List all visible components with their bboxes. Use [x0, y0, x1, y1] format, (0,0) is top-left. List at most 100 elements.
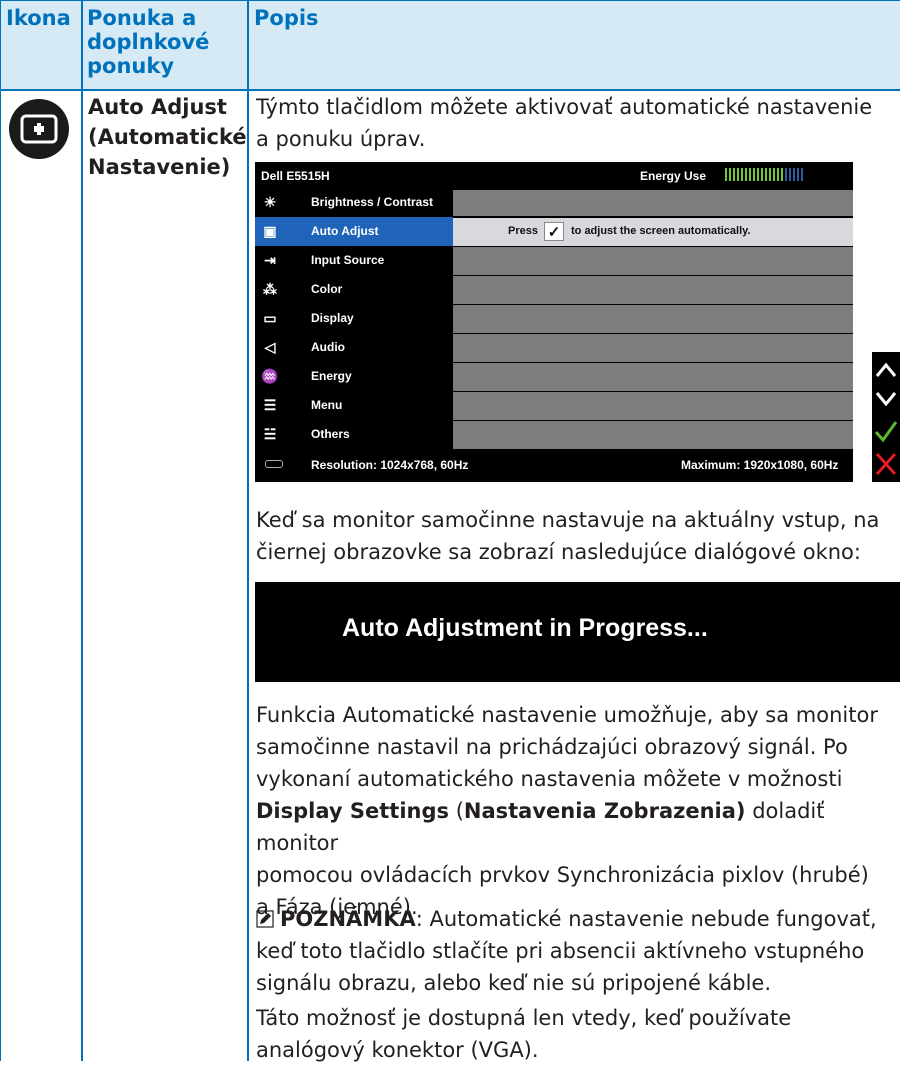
- input-source-icon: ⇥: [264, 252, 276, 268]
- header-menu-label: Ponuka a doplnkové ponuky: [87, 6, 210, 78]
- osd-menu-item-label: Menu: [311, 398, 343, 412]
- para2-line-3: vykonaní automatického nastavenia môžete…: [256, 767, 843, 791]
- pencil-icon: [256, 910, 274, 928]
- osd-menu-item-label: Display: [311, 311, 354, 325]
- osd-menu-item[interactable]: ☀ Brightness / Contrast: [255, 188, 453, 217]
- paren-open: (: [449, 799, 464, 823]
- osd-panel: Press ✓ to adjust the screen automatical…: [453, 188, 853, 449]
- osd-row-1: [453, 190, 853, 216]
- osd-row-5: [453, 305, 853, 333]
- osd-menu-item[interactable]: ⇥ Input Source: [255, 246, 453, 275]
- energy-icon: ♒: [261, 368, 279, 384]
- energy-bar: [773, 168, 775, 181]
- osd-row-9: [453, 421, 853, 449]
- osd-menu-item[interactable]: ☰ Menu: [255, 391, 453, 420]
- close-icon[interactable]: [875, 452, 897, 476]
- osd-menu-item-label: Auto Adjust: [311, 224, 379, 238]
- down-arrow-icon[interactable]: [875, 392, 897, 407]
- menu-label-line1: Auto Adjust: [88, 95, 227, 119]
- osd-menu-item[interactable]: ♒ Energy: [255, 362, 453, 391]
- energy-bar: [761, 168, 763, 181]
- energy-bar: [765, 168, 767, 181]
- note-label: POZNÁMKA: [280, 907, 416, 931]
- color-icon: ⁂: [263, 281, 277, 297]
- osd-menu-item-label: Input Source: [311, 253, 385, 267]
- energy-bar: [733, 168, 735, 181]
- note-line-1-text: : Automatické nastavenie nebude fungovať…: [415, 907, 877, 931]
- osd-menu-item-label: Color: [311, 282, 343, 296]
- energy-bar: [781, 168, 783, 181]
- intro-text: Týmto tlačidlom môžete aktivovať automat…: [256, 91, 896, 155]
- dialog-text: Auto Adjustment in Progress...: [342, 614, 708, 642]
- para-dialog-intro: Keď sa monitor samočinne nastavuje na ak…: [256, 504, 896, 568]
- osd-menu-item-label: Brightness / Contrast: [311, 195, 434, 209]
- table-divider-1: [81, 0, 83, 1061]
- intro-line-2: a ponuku úprav.: [256, 127, 426, 151]
- resolution-text: Resolution: 1024x768, 60Hz: [311, 458, 469, 472]
- energy-bar: [729, 168, 731, 181]
- energy-bar: [785, 168, 787, 181]
- osd-menu-item-label: Energy: [311, 369, 352, 383]
- osd-menu-item-label: Others: [311, 427, 350, 441]
- para2-line-2: samočinne nastavil na prichádzajúci obra…: [256, 735, 848, 759]
- energy-bar: [753, 168, 755, 181]
- vga-connector-icon: [265, 460, 283, 468]
- others-icon: ☱: [263, 426, 277, 442]
- menu-cell: Auto Adjust (Automatické Nastavenie): [88, 92, 247, 182]
- energy-bar: [793, 168, 795, 181]
- display-icon: ▭: [263, 310, 277, 326]
- table-border-left: [0, 0, 1, 1061]
- energy-bar: [757, 168, 759, 181]
- header-desc-cell: Popis: [248, 0, 900, 89]
- energy-bar: [741, 168, 743, 181]
- osd-row-8: [453, 392, 853, 420]
- para-vga: Táto možnosť je dostupná len vtedy, keď …: [256, 1002, 896, 1066]
- para3-line-1: Táto možnosť je dostupná len vtedy, keď …: [256, 1006, 792, 1030]
- brightness-icon: ☀: [263, 194, 277, 210]
- osd-row-7: [453, 363, 853, 391]
- display-settings-term-sk: Nastavenia Zobrazenia): [463, 799, 746, 823]
- osd-row-active: Press ✓ to adjust the screen automatical…: [453, 218, 853, 246]
- energy-bar: [769, 168, 771, 181]
- para2-line-4: Display Settings (Nastavenia Zobrazenia)…: [256, 795, 896, 859]
- note-line-1: POZNÁMKA: Automatické nastavenie nebude …: [256, 903, 896, 935]
- check-icon[interactable]: [874, 421, 898, 443]
- energy-bar: [725, 168, 727, 181]
- energy-bar: [797, 168, 799, 181]
- osd-bottom-bar: Resolution: 1024x768, 60Hz Maximum: 1920…: [255, 449, 853, 482]
- up-arrow-icon[interactable]: [875, 362, 897, 377]
- para1-line-1: Keď sa monitor samočinne nastavuje na ak…: [256, 508, 880, 532]
- para-description: Funkcia Automatické nastavenie umožňuje,…: [256, 699, 896, 923]
- energy-bar: [749, 168, 751, 181]
- table-divider-2: [247, 0, 249, 1061]
- header-menu-cell: Ponuka a doplnkové ponuky: [81, 0, 248, 89]
- osd-row-6: [453, 334, 853, 362]
- osd-screen: Dell E5515H Energy Use ☀ Brightness / Con…: [255, 162, 853, 482]
- osd-menu-item-label: Audio: [311, 340, 345, 354]
- osd-model: Dell E5515H: [261, 169, 330, 183]
- osd-menu-item[interactable]: ☱ Others: [255, 420, 453, 449]
- energy-bar: [745, 168, 747, 181]
- osd-menu-item[interactable]: ⁂ Color: [255, 275, 453, 304]
- note-line-3: signálu obrazu, alebo keď nie sú pripoje…: [256, 971, 772, 995]
- osd-menu-item[interactable]: ▣ Auto Adjust: [255, 217, 453, 246]
- energy-meter: [725, 168, 805, 184]
- osd-top-bar: Dell E5515H Energy Use: [255, 162, 853, 188]
- energy-bar: [801, 168, 803, 181]
- side-buttons: [872, 352, 900, 482]
- energy-bar: [737, 168, 739, 181]
- osd-menu-item[interactable]: ▭ Display: [255, 304, 453, 333]
- osd-menu: ☀ Brightness / Contrast ▣ Auto Adjust ⇥ Input…: [255, 188, 453, 449]
- table-border-top: [0, 0, 900, 1]
- maximum-text: Maximum: 1920x1080, 60Hz: [681, 458, 839, 472]
- display-settings-term: Display Settings: [256, 799, 450, 823]
- note-line-2: keď toto tlačidlo stlačíte pri absencii …: [256, 939, 865, 963]
- energy-label: Energy Use: [640, 169, 707, 183]
- para2-line-5: pomocou ovládacích prvkov Synchronizácia…: [256, 863, 869, 887]
- header-desc-label: Popis: [254, 6, 319, 30]
- check-key-icon: ✓: [544, 222, 564, 241]
- note-block: POZNÁMKA: Automatické nastavenie nebude …: [256, 903, 896, 999]
- auto-adjust-dialog: Auto Adjustment in Progress...: [255, 582, 900, 682]
- audio-icon: ◁: [264, 339, 276, 355]
- osd-menu-item[interactable]: ◁ Audio: [255, 333, 453, 362]
